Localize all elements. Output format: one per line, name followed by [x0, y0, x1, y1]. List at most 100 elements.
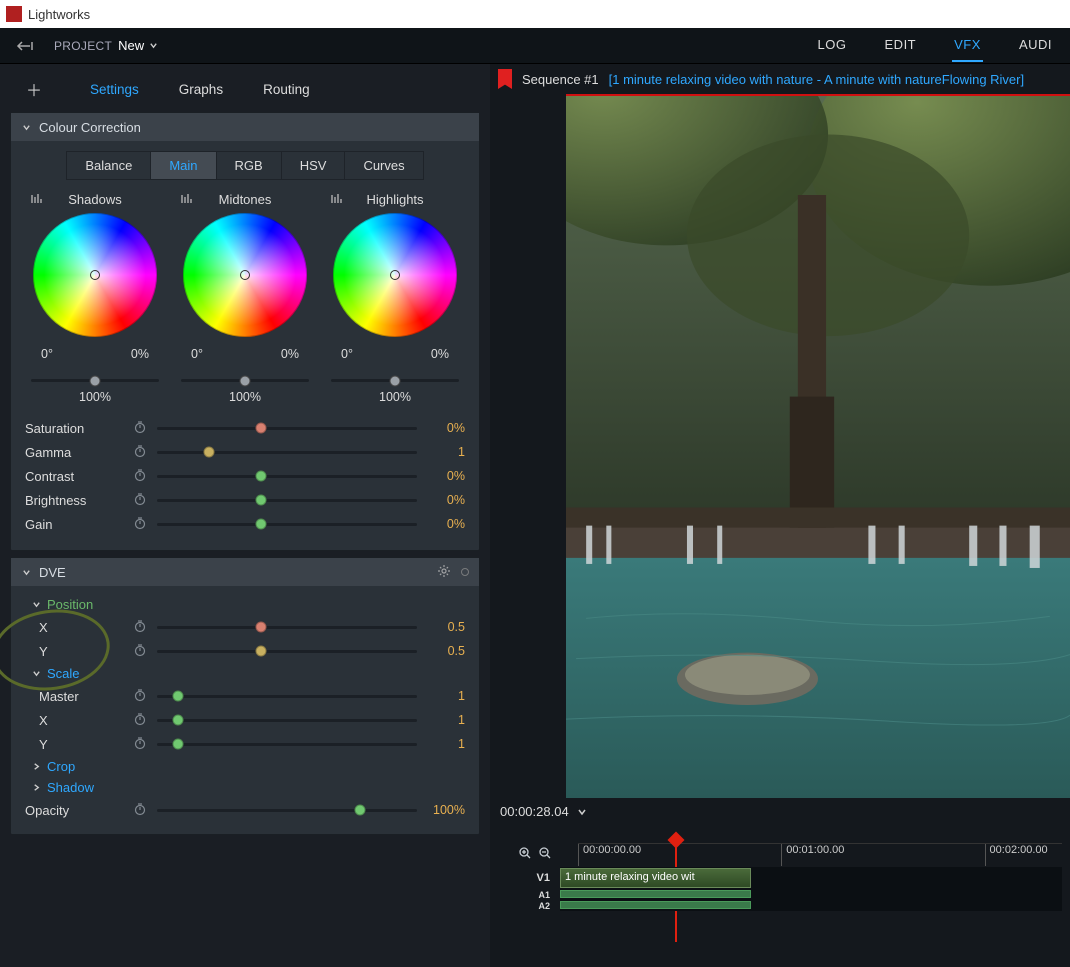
wheel-slider-value: 100% [25, 390, 165, 404]
track-v1: V1 1 minute relaxing video wit [498, 867, 1062, 889]
group-shadow[interactable]: Shadow [25, 777, 465, 798]
stopwatch-icon[interactable] [133, 802, 149, 818]
param-value[interactable]: 0% [425, 517, 465, 531]
dve-panel: DVE Position X 0.5 Y [10, 557, 480, 835]
param-value[interactable]: 0.5 [425, 620, 465, 634]
audio-clip[interactable] [560, 901, 751, 909]
param-scale-x: X 1 [25, 708, 465, 732]
param-slider[interactable] [157, 809, 417, 812]
group-scale[interactable]: Scale [25, 663, 465, 684]
param-slider[interactable] [157, 499, 417, 502]
stopwatch-icon[interactable] [133, 444, 149, 460]
zoom-out-icon[interactable] [538, 846, 552, 863]
stopwatch-icon[interactable] [133, 688, 149, 704]
clip-label: 1 minute relaxing video wit [565, 871, 695, 883]
dve-header[interactable]: DVE [11, 558, 479, 586]
video-preview[interactable] [566, 94, 1070, 798]
cc-tab-hsv[interactable]: HSV [282, 152, 346, 179]
wheel-slider[interactable] [331, 379, 459, 382]
param-value[interactable]: 0% [425, 421, 465, 435]
bars-icon[interactable] [31, 192, 43, 207]
colorwheel-shadows[interactable] [33, 213, 157, 337]
wheel-deg: 0° [41, 347, 53, 361]
colorwheel-highlights[interactable] [333, 213, 457, 337]
wheel-slider[interactable] [181, 379, 309, 382]
sequence-name[interactable]: Sequence #1 [522, 72, 599, 87]
stopwatch-icon[interactable] [133, 643, 149, 659]
stopwatch-icon[interactable] [133, 468, 149, 484]
param-value[interactable]: 100% [425, 803, 465, 817]
tab-vfx[interactable]: VFX [952, 29, 983, 62]
track-label[interactable]: A1 [498, 890, 560, 900]
tab-graphs[interactable]: Graphs [179, 82, 223, 97]
param-slider[interactable] [157, 719, 417, 722]
colorwheel-midtones[interactable] [183, 213, 307, 337]
panel-title: DVE [39, 565, 66, 580]
track-label[interactable]: V1 [498, 872, 560, 884]
colour-correction-header[interactable]: Colour Correction [11, 113, 479, 141]
param-value[interactable]: 0% [425, 493, 465, 507]
cc-tab-balance[interactable]: Balance [67, 152, 151, 179]
stopwatch-icon[interactable] [133, 492, 149, 508]
chevron-down-icon[interactable] [577, 807, 587, 817]
project-name-dropdown[interactable]: New [118, 38, 158, 53]
group-label: Position [47, 597, 93, 612]
sequence-header: Sequence #1 [1 minute relaxing video wit… [490, 64, 1070, 94]
zoom-in-icon[interactable] [518, 846, 532, 863]
tab-log[interactable]: LOG [816, 29, 849, 62]
track-label[interactable]: A2 [498, 901, 560, 911]
stopwatch-icon[interactable] [133, 712, 149, 728]
param-value[interactable]: 0.5 [425, 644, 465, 658]
param-slider[interactable] [157, 475, 417, 478]
wheel-handle[interactable] [90, 270, 100, 280]
param-label: Y [25, 644, 125, 659]
param-slider[interactable] [157, 427, 417, 430]
param-label: Y [25, 737, 125, 752]
add-effect-button[interactable]: ＋ [18, 77, 50, 101]
stopwatch-icon[interactable] [133, 619, 149, 635]
group-position[interactable]: Position [25, 594, 465, 615]
param-slider[interactable] [157, 626, 417, 629]
tab-routing[interactable]: Routing [263, 82, 310, 97]
chevron-down-icon [148, 41, 158, 51]
stopwatch-icon[interactable] [133, 736, 149, 752]
timeline-ruler[interactable]: 00:00:00.00 00:01:00.00 00:02:00.00 [578, 843, 1062, 865]
param-gamma: Gamma 1 [25, 440, 465, 464]
stopwatch-icon[interactable] [133, 420, 149, 436]
timecode-value[interactable]: 00:00:28.04 [500, 804, 569, 819]
bars-icon[interactable] [181, 192, 193, 207]
wheel-slider[interactable] [31, 379, 159, 382]
param-label: Brightness [25, 493, 125, 508]
bars-icon[interactable] [331, 192, 343, 207]
param-value[interactable]: 1 [425, 713, 465, 727]
param-slider[interactable] [157, 451, 417, 454]
param-slider[interactable] [157, 695, 417, 698]
sequence-subtitle[interactable]: [1 minute relaxing video with nature - A… [609, 72, 1024, 87]
tab-edit[interactable]: EDIT [883, 29, 919, 62]
track-body[interactable]: 1 minute relaxing video wit [560, 867, 1062, 889]
param-value[interactable]: 1 [425, 689, 465, 703]
wheel-handle[interactable] [240, 270, 250, 280]
back-button[interactable] [12, 36, 40, 56]
param-slider[interactable] [157, 743, 417, 746]
enable-dot-icon[interactable] [461, 568, 469, 576]
param-value[interactable]: 0% [425, 469, 465, 483]
cc-tab-rgb[interactable]: RGB [217, 152, 282, 179]
cc-tab-curves[interactable]: Curves [345, 152, 422, 179]
track-body[interactable] [560, 889, 1062, 900]
param-value[interactable]: 1 [425, 737, 465, 751]
param-slider[interactable] [157, 650, 417, 653]
tab-audio[interactable]: AUDI [1017, 29, 1054, 62]
param-value[interactable]: 1 [425, 445, 465, 459]
chevron-down-icon [31, 600, 41, 610]
video-clip[interactable]: 1 minute relaxing video wit [560, 868, 751, 888]
audio-clip[interactable] [560, 890, 751, 898]
param-slider[interactable] [157, 523, 417, 526]
stopwatch-icon[interactable] [133, 516, 149, 532]
tab-settings[interactable]: Settings [90, 82, 139, 97]
gear-icon[interactable] [437, 564, 451, 581]
wheel-handle[interactable] [390, 270, 400, 280]
group-crop[interactable]: Crop [25, 756, 465, 777]
track-body[interactable] [560, 900, 1062, 911]
cc-tab-main[interactable]: Main [151, 152, 216, 179]
